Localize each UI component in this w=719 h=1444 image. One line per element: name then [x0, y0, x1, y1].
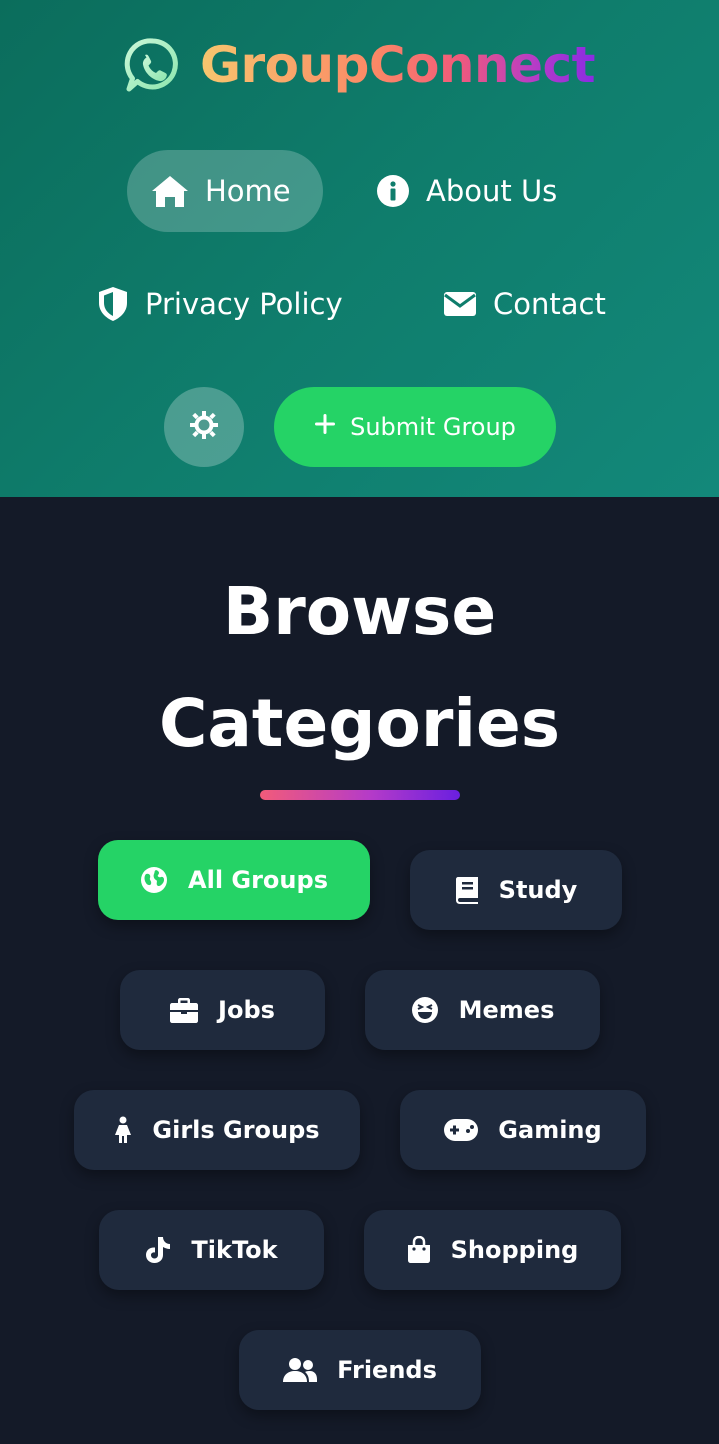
nav-privacy[interactable]: Privacy Policy: [73, 263, 389, 345]
female-icon: [114, 1116, 132, 1144]
category-memes-label: Memes: [458, 996, 555, 1024]
nav-contact-label: Contact: [493, 287, 606, 321]
category-gaming[interactable]: Gaming: [400, 1090, 646, 1170]
category-jobs[interactable]: Jobs: [120, 970, 325, 1050]
brand-logo[interactable]: GroupConnect: [0, 30, 719, 100]
category-tiktok[interactable]: TikTok: [99, 1210, 324, 1290]
section-title: Browse Categories: [0, 556, 719, 780]
category-jobs-label: Jobs: [218, 996, 275, 1024]
category-study-label: Study: [498, 876, 578, 904]
submit-group-label: Submit Group: [350, 413, 516, 441]
home-icon: [151, 174, 189, 208]
laugh-icon: [411, 996, 439, 1024]
brand-name: GroupConnect: [199, 36, 596, 94]
whatsapp-icon: [124, 36, 182, 94]
category-girls-groups[interactable]: Girls Groups: [74, 1090, 360, 1170]
nav-contact[interactable]: Contact: [419, 263, 646, 345]
category-study[interactable]: Study: [410, 850, 622, 930]
book-icon: [455, 876, 479, 904]
envelope-icon: [443, 291, 477, 317]
nav-privacy-label: Privacy Policy: [145, 287, 343, 321]
users-icon: [283, 1357, 318, 1383]
shield-icon: [97, 286, 129, 322]
theme-toggle-button[interactable]: [164, 387, 244, 467]
plus-icon: [314, 413, 336, 441]
briefcase-icon: [170, 997, 199, 1023]
title-underline: [260, 790, 460, 800]
site-header: GroupConnect Home About Us Privacy Polic…: [0, 0, 719, 497]
category-friends[interactable]: Friends: [239, 1330, 481, 1410]
category-girls-groups-label: Girls Groups: [152, 1116, 320, 1144]
category-memes[interactable]: Memes: [365, 970, 600, 1050]
category-all-groups[interactable]: All Groups: [98, 840, 370, 920]
globe-icon: [140, 866, 168, 894]
category-shopping[interactable]: Shopping: [364, 1210, 621, 1290]
gamepad-icon: [444, 1119, 479, 1141]
shopping-bag-icon: [407, 1236, 431, 1264]
category-tiktok-label: TikTok: [191, 1236, 278, 1264]
category-gaming-label: Gaming: [498, 1116, 602, 1144]
tiktok-icon: [145, 1236, 171, 1264]
nav-about[interactable]: About Us: [352, 150, 592, 232]
section-title-line2: Categories: [158, 685, 561, 762]
section-title-line1: Browse: [222, 573, 497, 650]
category-all-groups-label: All Groups: [188, 866, 328, 894]
category-friends-label: Friends: [337, 1356, 437, 1384]
nav-home[interactable]: Home: [127, 150, 323, 232]
sun-icon: [190, 411, 218, 443]
nav-home-label: Home: [205, 174, 291, 208]
category-shopping-label: Shopping: [450, 1236, 579, 1264]
nav-about-label: About Us: [426, 174, 558, 208]
info-icon: [376, 174, 410, 208]
submit-group-button[interactable]: Submit Group: [274, 387, 556, 467]
